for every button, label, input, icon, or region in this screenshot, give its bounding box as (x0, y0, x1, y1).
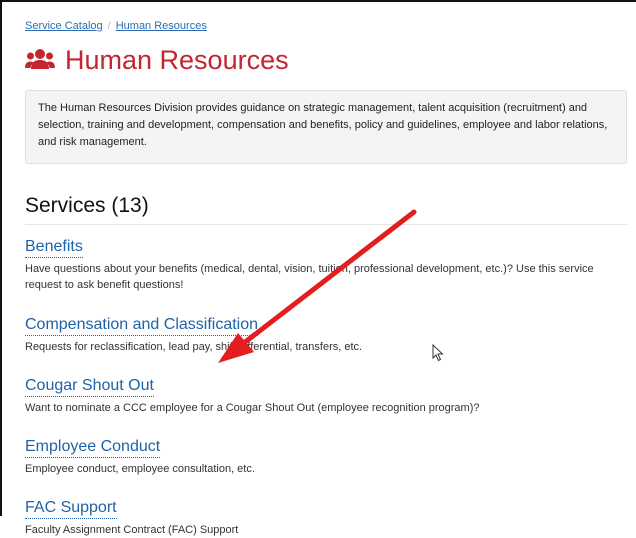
service-item-compensation: Compensation and Classification Requests… (25, 315, 630, 355)
service-desc-compensation: Requests for reclassification, lead pay,… (25, 341, 363, 353)
service-item-employee-conduct: Employee Conduct Employee conduct, emplo… (25, 437, 630, 477)
service-link-cougar-shout-out[interactable]: Cougar Shout Out (25, 376, 154, 397)
breadcrumb-service-catalog[interactable]: Service Catalog (25, 20, 103, 32)
service-link-benefits[interactable]: Benefits (25, 237, 83, 258)
division-description: The Human Resources Division provides gu… (25, 90, 627, 164)
service-desc-cougar-shout-out: Want to nominate a CCC employee for a Co… (25, 402, 480, 414)
service-link-compensation[interactable]: Compensation and Classification (25, 315, 259, 336)
users-icon (25, 49, 55, 69)
services-heading: Services (13) (25, 194, 627, 225)
page-title: Human Resources (25, 42, 630, 78)
service-item-fac-support: FAC Support Faculty Assignment Contract … (25, 498, 630, 538)
mouse-cursor-icon (432, 344, 444, 362)
service-link-employee-conduct[interactable]: Employee Conduct (25, 437, 161, 458)
service-item-cougar-shout-out: Cougar Shout Out Want to nominate a CCC … (25, 376, 630, 416)
breadcrumb-human-resources[interactable]: Human Resources (116, 20, 207, 32)
breadcrumb: Service Catalog / Human Resources (25, 18, 630, 34)
service-desc-benefits: Have questions about your benefits (medi… (25, 263, 594, 291)
breadcrumb-separator: / (107, 20, 111, 32)
page-content: Service Catalog / Human Resources Human Re… (25, 18, 630, 538)
page-title-text: Human Resources (65, 45, 289, 75)
service-desc-fac-support: Faculty Assignment Contract (FAC) Suppor… (25, 524, 239, 536)
service-desc-employee-conduct: Employee conduct, employee consultation,… (25, 463, 255, 475)
service-item-benefits: Benefits Have questions about your benef… (25, 237, 630, 293)
